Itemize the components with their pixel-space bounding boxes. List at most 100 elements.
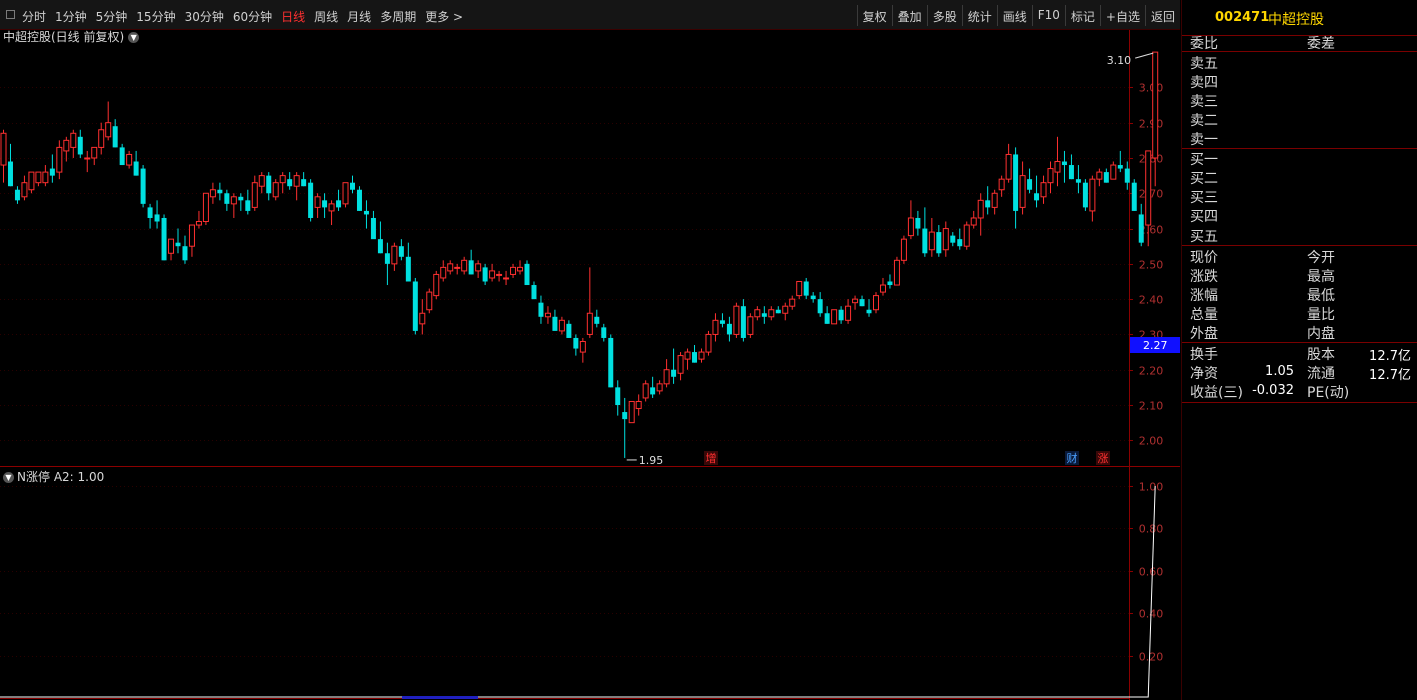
candle-body bbox=[391, 245, 398, 265]
tab-30min[interactable]: 30分钟 bbox=[185, 8, 224, 25]
candle-body bbox=[447, 263, 454, 272]
candle-body bbox=[747, 316, 754, 335]
main-chart-title: 中超控股(日线 前复权) ▼ bbox=[3, 28, 140, 45]
f10-button[interactable]: F10 bbox=[1031, 5, 1065, 26]
candle-body bbox=[322, 200, 328, 208]
back-button[interactable]: 返回 bbox=[1144, 5, 1180, 26]
candle-body bbox=[615, 387, 621, 406]
candle-body bbox=[544, 312, 551, 318]
candle-body bbox=[328, 203, 335, 212]
candle-body bbox=[1040, 182, 1047, 198]
y-tick-label: 2.90 bbox=[1139, 118, 1164, 131]
candle-body bbox=[782, 305, 789, 314]
candle-body bbox=[42, 171, 49, 184]
candle-body bbox=[405, 256, 411, 282]
overlay-button[interactable]: 叠加 bbox=[891, 5, 927, 26]
indicator-line bbox=[0, 485, 1156, 698]
candle-body bbox=[496, 273, 503, 276]
candle-body bbox=[1110, 164, 1117, 180]
tab-1min[interactable]: 1分钟 bbox=[55, 8, 87, 25]
buy1-label: 买一 bbox=[1190, 152, 1218, 168]
candle-body bbox=[1005, 153, 1012, 180]
divider bbox=[1182, 245, 1417, 246]
candle-body bbox=[70, 132, 77, 148]
candle-body bbox=[991, 192, 998, 208]
sub-y-tick-label: 1.00 bbox=[1139, 481, 1164, 494]
fin-float-value: 12.7亿 bbox=[1369, 368, 1411, 383]
candle-body bbox=[642, 383, 649, 399]
fin-eps-label: 收益(三) bbox=[1190, 385, 1243, 401]
divider bbox=[1182, 342, 1417, 343]
candle-body bbox=[775, 309, 781, 314]
candle-body bbox=[336, 200, 342, 208]
stat-open-label: 今开 bbox=[1307, 250, 1335, 266]
candle-body bbox=[461, 259, 468, 272]
tab-more[interactable]: 更多 > bbox=[425, 8, 463, 25]
candle-body bbox=[719, 320, 725, 324]
candle-body bbox=[879, 284, 886, 293]
candle-body bbox=[356, 189, 362, 211]
candle-body bbox=[293, 175, 300, 187]
kline-svg[interactable]: 3.002.902.802.702.602.502.402.302.202.10… bbox=[0, 30, 1180, 700]
candle-body bbox=[202, 192, 209, 223]
tab-5min[interactable]: 5分钟 bbox=[96, 8, 128, 25]
window-icon[interactable] bbox=[6, 10, 15, 19]
y-tick-label: 2.00 bbox=[1139, 435, 1164, 448]
fin-nav-value: 1.05 bbox=[1265, 364, 1294, 379]
add-watchlist-button[interactable]: +自选 bbox=[1099, 5, 1145, 26]
candle-body bbox=[594, 316, 600, 324]
candle-body bbox=[1138, 214, 1144, 243]
fin-eps-value: -0.032 bbox=[1252, 383, 1294, 398]
candle-body bbox=[154, 214, 160, 222]
fin-turnover-label: 换手 bbox=[1190, 347, 1218, 363]
sub-chart-title: ▼ N涨停 A2: 1.00 bbox=[3, 468, 104, 485]
candle-body bbox=[796, 280, 803, 297]
candle-body bbox=[552, 316, 558, 331]
tab-15min[interactable]: 15分钟 bbox=[136, 8, 175, 25]
candle-body bbox=[712, 319, 719, 335]
candle-body bbox=[957, 239, 963, 247]
candle-body bbox=[1131, 182, 1137, 211]
mark-button[interactable]: 标记 bbox=[1064, 5, 1100, 26]
candle-body bbox=[342, 182, 349, 205]
candle-body bbox=[363, 210, 369, 215]
tab-multi-period[interactable]: 多周期 bbox=[380, 8, 416, 25]
candle-body bbox=[301, 179, 307, 187]
candle-body bbox=[531, 285, 537, 300]
multi-stock-button[interactable]: 多股 bbox=[926, 5, 962, 26]
sub-y-tick-label: 0.80 bbox=[1139, 523, 1164, 536]
candle-body bbox=[656, 383, 663, 392]
candle-body bbox=[998, 178, 1005, 191]
chart-area[interactable]: 3.002.902.802.702.602.502.402.302.202.10… bbox=[0, 30, 1180, 700]
candle-body bbox=[238, 196, 244, 201]
chevron-down-icon[interactable]: ▼ bbox=[128, 32, 140, 43]
chevron-down-icon[interactable]: ▼ bbox=[3, 472, 14, 483]
candle-body bbox=[266, 175, 272, 194]
candle-body bbox=[384, 253, 390, 264]
quote-header: 002471 中超控股 bbox=[1182, 0, 1417, 36]
draw-line-button[interactable]: 画线 bbox=[996, 5, 1032, 26]
tab-60min[interactable]: 60分钟 bbox=[233, 8, 272, 25]
candle-body bbox=[105, 122, 112, 138]
stats-button[interactable]: 统计 bbox=[961, 5, 997, 26]
candle-body bbox=[824, 313, 830, 324]
tab-monthly[interactable]: 月线 bbox=[347, 8, 371, 25]
tab-fenshi[interactable]: 分时 bbox=[22, 8, 46, 25]
stock-name: 中超控股 bbox=[1268, 12, 1324, 28]
candle-body bbox=[810, 295, 816, 300]
candle-body bbox=[182, 246, 188, 261]
candle-body bbox=[893, 259, 900, 286]
stock-code: 002471 bbox=[1215, 10, 1270, 25]
candle-body bbox=[168, 238, 175, 254]
candle-body bbox=[566, 323, 572, 338]
candle-body bbox=[789, 298, 796, 307]
fin-nav-label: 净资 bbox=[1190, 366, 1218, 382]
candle-body bbox=[350, 182, 355, 190]
sell3-label: 卖三 bbox=[1190, 94, 1218, 110]
candle-body bbox=[489, 270, 496, 279]
fuquan-button[interactable]: 复权 bbox=[856, 5, 892, 26]
sub-y-tick-label: 0.20 bbox=[1139, 651, 1164, 664]
tab-daily[interactable]: 日线 bbox=[281, 8, 305, 25]
tab-weekly[interactable]: 周线 bbox=[314, 8, 338, 25]
candle-body bbox=[272, 182, 279, 198]
